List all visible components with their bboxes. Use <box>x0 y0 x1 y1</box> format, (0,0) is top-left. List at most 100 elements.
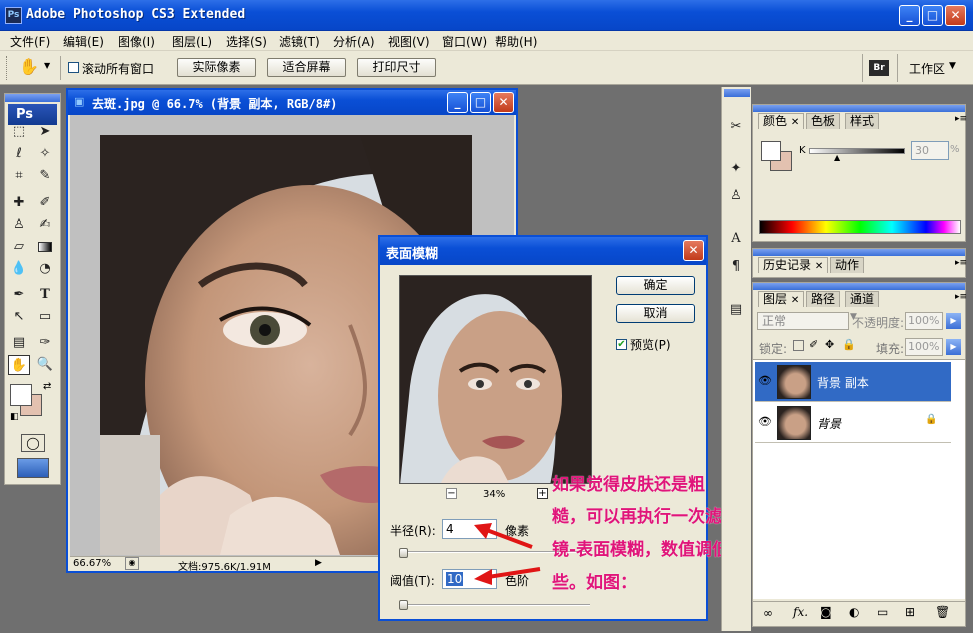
clone-stamp-tool-icon[interactable]: ♙ <box>8 215 30 235</box>
ok-button[interactable]: 确定 <box>616 276 695 295</box>
menu-help[interactable]: 帮助(H) <box>495 33 537 50</box>
panel-strip-grip[interactable] <box>724 89 750 97</box>
clone-source-panel-icon[interactable]: ♙ <box>725 186 747 206</box>
minimize-button[interactable]: _ <box>899 5 920 26</box>
dialog-preview[interactable] <box>399 275 592 484</box>
hand-tool-preset-icon[interactable]: ✋ <box>18 57 40 79</box>
brush-tool-icon[interactable]: ✐ <box>34 193 56 213</box>
preview-checkbox[interactable]: ✔ <box>616 339 627 350</box>
quick-mask-mode-icon[interactable]: ◯ <box>21 434 45 452</box>
paragraph-panel-icon[interactable]: ¶ <box>725 257 747 277</box>
threshold-slider-thumb[interactable] <box>399 600 408 610</box>
doc-maximize-button[interactable]: □ <box>470 92 491 113</box>
k-value-input[interactable]: 30 <box>911 141 949 160</box>
history-brush-tool-icon[interactable]: ✍ <box>34 215 56 235</box>
tab-actions[interactable]: 动作 <box>830 257 865 273</box>
healing-brush-tool-icon[interactable]: ✚ <box>8 193 30 213</box>
opacity-input[interactable]: 100% <box>905 312 943 330</box>
menu-analysis[interactable]: 分析(A) <box>333 33 375 50</box>
blur-tool-icon[interactable]: 💧 <box>8 259 30 279</box>
print-size-button[interactable]: 打印尺寸 <box>357 58 436 77</box>
layer-name[interactable]: 背景 副本 <box>817 374 869 391</box>
foreground-color-swatch[interactable] <box>10 384 32 406</box>
default-colors-icon[interactable]: ◧ <box>10 412 19 422</box>
preset-dropdown-arrow-icon[interactable]: ▼ <box>44 61 50 70</box>
brushes-panel-icon[interactable]: ✦ <box>725 159 747 179</box>
doc-minimize-button[interactable]: _ <box>447 92 468 113</box>
lock-image-icon[interactable]: ✐ <box>809 338 818 351</box>
layer-row-background[interactable]: 👁 背景 🔒 <box>755 403 951 443</box>
zoom-out-button[interactable]: − <box>446 488 457 499</box>
tab-channels[interactable]: 通道 <box>845 291 880 307</box>
adjustment-layer-icon[interactable]: ◐ <box>849 605 859 619</box>
marquee-tool-icon[interactable]: ⬚ <box>8 122 30 142</box>
new-layer-icon[interactable]: ⊞ <box>905 605 915 619</box>
color-spectrum-bar[interactable] <box>759 220 961 234</box>
zoom-level[interactable]: 66.67% <box>73 558 111 569</box>
type-tool-icon[interactable]: T <box>34 285 56 305</box>
fit-screen-button[interactable]: 适合屏幕 <box>267 58 346 77</box>
tab-paths[interactable]: 路径 <box>806 291 841 307</box>
zoom-in-button[interactable]: + <box>537 488 548 499</box>
add-mask-icon[interactable]: ◙ <box>820 605 832 619</box>
menu-filter[interactable]: 滤镜(T) <box>279 33 320 50</box>
workspace-menu[interactable]: 工作区 <box>909 60 945 77</box>
tab-color[interactable]: 颜色 ✕ <box>758 113 805 129</box>
slice-tool-icon[interactable]: ✎ <box>34 166 56 186</box>
maximize-button[interactable]: □ <box>922 5 943 26</box>
k-slider-thumb[interactable]: ▲ <box>834 153 840 162</box>
opacity-arrow-icon[interactable]: ▶ <box>946 313 961 329</box>
actual-pixels-button[interactable]: 实际像素 <box>177 58 256 77</box>
history-panel-grip[interactable] <box>753 249 965 256</box>
layer-comps-panel-icon[interactable]: ▤ <box>725 300 747 320</box>
k-slider-track[interactable] <box>809 148 905 154</box>
menu-image[interactable]: 图像(I) <box>118 33 155 50</box>
tab-swatches[interactable]: 色板 <box>806 113 841 129</box>
panel-menu-icon[interactable]: ▸≡ <box>955 292 967 302</box>
delete-layer-icon[interactable]: 🗑 <box>935 605 950 619</box>
hand-tool-icon[interactable]: ✋ <box>8 355 30 375</box>
zoom-tool-icon[interactable]: 🔍 <box>34 355 56 375</box>
menu-window[interactable]: 窗口(W) <box>442 33 487 50</box>
panel-menu-icon[interactable]: ▸≡ <box>955 114 967 124</box>
visibility-eye-icon[interactable]: 👁 <box>758 415 772 428</box>
toolbox-title-grip[interactable] <box>5 94 60 102</box>
options-grip[interactable] <box>6 56 8 80</box>
screen-mode-icon[interactable] <box>17 458 49 478</box>
layer-name[interactable]: 背景 <box>817 415 841 432</box>
tab-close-icon[interactable]: ✕ <box>815 261 823 272</box>
lock-transparency-icon[interactable] <box>793 340 804 351</box>
menu-edit[interactable]: 编辑(E) <box>63 33 104 50</box>
path-selection-tool-icon[interactable]: ↖ <box>8 307 30 327</box>
new-group-icon[interactable]: ▭ <box>877 605 888 619</box>
magic-wand-tool-icon[interactable]: ✧ <box>34 144 56 164</box>
menu-layer[interactable]: 图层(L) <box>172 33 212 50</box>
color-panel-grip[interactable] <box>753 105 965 112</box>
visibility-eye-icon[interactable]: 👁 <box>758 374 772 387</box>
link-layers-icon[interactable]: ∞ <box>763 606 773 620</box>
menu-select[interactable]: 选择(S) <box>226 33 267 50</box>
lock-position-icon[interactable]: ✥ <box>825 338 834 351</box>
tab-styles[interactable]: 样式 <box>845 113 880 129</box>
fill-input[interactable]: 100% <box>905 338 943 356</box>
cancel-button[interactable]: 取消 <box>616 304 695 323</box>
eyedropper-tool-icon[interactable]: ✑ <box>34 333 56 353</box>
fill-arrow-icon[interactable]: ▶ <box>946 339 961 355</box>
tab-layers[interactable]: 图层 ✕ <box>758 291 805 307</box>
lasso-tool-icon[interactable]: ℓ <box>8 144 30 164</box>
panel-foreground-swatch[interactable] <box>761 141 781 161</box>
character-panel-icon[interactable]: A <box>725 229 747 249</box>
status-info-icon[interactable]: ◉ <box>125 557 139 570</box>
eraser-tool-icon[interactable]: ▱ <box>8 237 30 257</box>
pen-tool-icon[interactable]: ✒ <box>8 285 30 305</box>
blend-mode-select[interactable]: 正常 <box>757 312 849 330</box>
dodge-tool-icon[interactable]: ◔ <box>34 259 56 279</box>
status-menu-arrow-icon[interactable]: ▶ <box>315 558 322 568</box>
menu-view[interactable]: 视图(V) <box>388 33 430 50</box>
tab-close-icon[interactable]: ✕ <box>791 295 799 306</box>
close-button[interactable]: ✕ <box>945 5 966 26</box>
swap-colors-icon[interactable]: ⇄ <box>43 381 51 392</box>
layer-row-background-copy[interactable]: 👁 背景 副本 <box>755 362 951 402</box>
radius-slider-thumb[interactable] <box>399 548 408 558</box>
threshold-slider-track[interactable] <box>400 604 590 606</box>
